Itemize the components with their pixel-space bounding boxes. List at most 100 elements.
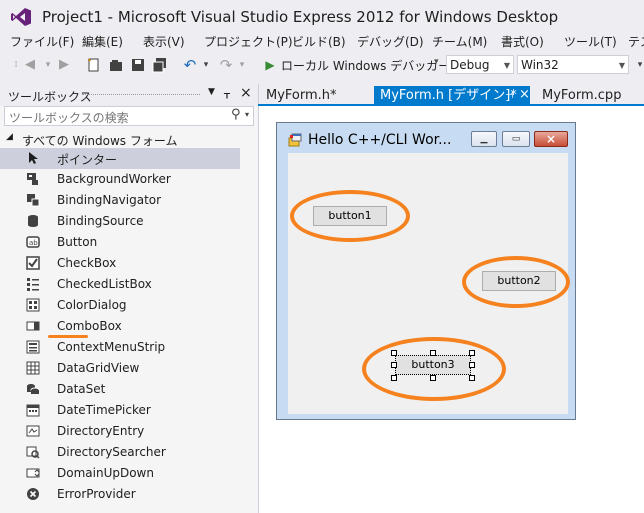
toolbox-header: ツールボックス ▼ ᚁ × bbox=[0, 84, 258, 106]
directorysearcher-icon bbox=[26, 446, 40, 459]
toolbox-item-label: ColorDialog bbox=[57, 298, 127, 312]
run-dropdown-icon[interactable]: ▾ bbox=[434, 57, 439, 67]
menu-file[interactable]: ファイル(F) bbox=[10, 33, 74, 50]
undo-dropdown-icon[interactable]: ▾ bbox=[198, 57, 214, 73]
save-icon[interactable] bbox=[130, 57, 146, 73]
toolbox-search: ⚲ ▾ bbox=[4, 106, 254, 127]
toolbox-item-combobox[interactable]: ComboBox bbox=[0, 316, 240, 337]
toolbox-item-label: BindingSource bbox=[57, 214, 144, 228]
toolbox-item-button[interactable]: ab Button bbox=[0, 232, 240, 253]
collapse-triangle-icon: ◢ bbox=[6, 132, 13, 142]
search-icon[interactable]: ⚲ bbox=[231, 107, 241, 122]
platform-combo[interactable]: Win32 ▼ bbox=[517, 55, 629, 74]
highlight-ellipse-button3 bbox=[362, 337, 506, 401]
title-bar: Project1 - Microsoft Visual Studio Expre… bbox=[0, 0, 644, 34]
new-project-icon[interactable] bbox=[86, 57, 102, 73]
toolbox-group-header[interactable]: ◢ すべての Windows フォーム bbox=[0, 129, 240, 149]
form-title: Hello C++/CLI Wor... bbox=[308, 132, 452, 148]
tab-myform-cpp[interactable]: MyForm.cpp bbox=[536, 86, 627, 106]
pin-tab-icon[interactable]: ⊣ bbox=[505, 86, 514, 106]
toolbox-item-checkbox[interactable]: CheckBox bbox=[0, 253, 240, 274]
toolbox-item-datagridview[interactable]: DataGridView bbox=[0, 358, 240, 379]
menu-edit[interactable]: 編集(E) bbox=[82, 33, 123, 50]
dataset-icon bbox=[27, 384, 40, 394]
chevron-down-icon: ▼ bbox=[503, 61, 510, 70]
menu-format[interactable]: 書式(O) bbox=[501, 33, 544, 50]
toolbox-item-errorprovider[interactable]: ErrorProvider bbox=[0, 484, 240, 505]
toolbox-item-bindingsource[interactable]: BindingSource bbox=[0, 211, 240, 232]
toolbox-item-datetimepicker[interactable]: DateTimePicker bbox=[0, 400, 240, 421]
panel-dropdown-icon[interactable]: ▼ bbox=[208, 87, 215, 97]
maximize-icon[interactable]: ▭ bbox=[502, 131, 530, 147]
toolbox-item-label: ContextMenuStrip bbox=[57, 340, 166, 354]
visual-studio-logo-icon bbox=[11, 8, 31, 26]
toolbox-item-label: DirectoryEntry bbox=[57, 424, 145, 438]
pointer-icon bbox=[29, 152, 38, 164]
toolbox-item-label: DirectorySearcher bbox=[57, 445, 166, 459]
toolbox-item-directoryentry[interactable]: DirectoryEntry bbox=[0, 421, 240, 442]
toolbox-item-label: CheckBox bbox=[57, 256, 117, 270]
toolbox-item-colordialog[interactable]: ColorDialog bbox=[0, 295, 240, 316]
toolbox-item-dataset[interactable]: DataSet bbox=[0, 379, 240, 400]
back-dropdown-icon[interactable]: ▾ bbox=[40, 57, 56, 73]
menu-view[interactable]: 表示(V) bbox=[143, 33, 185, 50]
open-file-icon[interactable] bbox=[108, 57, 124, 73]
forward-icon[interactable]: ▶ bbox=[56, 57, 72, 73]
menu-test[interactable]: テス bbox=[628, 33, 644, 50]
back-icon[interactable]: ◀ bbox=[22, 57, 38, 73]
close-tab-icon[interactable]: × bbox=[519, 85, 530, 105]
tab-label: MyForm.h [デザイン]* bbox=[380, 88, 517, 103]
menu-debug[interactable]: デバッグ(D) bbox=[357, 33, 424, 50]
toolbox-item-backgroundworker[interactable]: BackgroundWorker bbox=[0, 169, 240, 190]
search-options-icon[interactable]: ▾ bbox=[245, 110, 249, 119]
start-debug-icon[interactable]: ▶ bbox=[262, 57, 278, 73]
form-app-icon bbox=[288, 133, 302, 147]
combobox-icon bbox=[26, 321, 40, 331]
toolbox-scrollbar[interactable] bbox=[240, 149, 256, 513]
toolbox-item-pointer[interactable]: ポインター bbox=[0, 148, 240, 169]
contextmenustrip-icon bbox=[26, 340, 40, 354]
pin-icon[interactable]: ᚁ bbox=[224, 86, 230, 100]
toolbox-item-label: CheckedListBox bbox=[57, 277, 152, 291]
toolbox-item-bindingnavigator[interactable]: BindingNavigator bbox=[0, 190, 240, 211]
checkedlistbox-icon bbox=[27, 278, 39, 291]
menu-team[interactable]: チーム(M) bbox=[432, 33, 487, 50]
colordialog-icon bbox=[26, 298, 40, 312]
toolbox-item-domainupdown[interactable]: DomainUpDown bbox=[0, 463, 240, 484]
minimize-icon[interactable]: ▁ bbox=[471, 131, 497, 147]
tab-myform-h[interactable]: MyForm.h* bbox=[260, 86, 343, 106]
toolbox-item-label: DataSet bbox=[57, 382, 106, 396]
redo-icon[interactable]: ↷ bbox=[218, 57, 234, 73]
document-tab-strip: MyForm.h* MyForm.h [デザイン]* ⊣ × MyForm.cp… bbox=[258, 84, 644, 106]
toolbox-item-label: BackgroundWorker bbox=[57, 172, 171, 186]
toolbox-search-input[interactable] bbox=[5, 109, 233, 127]
configuration-combo[interactable]: Debug ▼ bbox=[446, 55, 514, 74]
domainupdown-icon bbox=[26, 468, 40, 478]
close-window-icon[interactable]: × bbox=[534, 131, 568, 147]
menu-build[interactable]: ビルド(B) bbox=[292, 33, 346, 50]
button-icon: ab bbox=[26, 236, 40, 248]
toolbar-overflow-icon[interactable]: ▾ bbox=[632, 57, 644, 73]
toolbox-item-label: ErrorProvider bbox=[57, 487, 136, 501]
highlight-ellipse-button2 bbox=[462, 256, 570, 308]
menu-tools[interactable]: ツール(T) bbox=[564, 33, 617, 50]
bindingsource-icon bbox=[28, 215, 38, 227]
undo-icon[interactable]: ↶ bbox=[182, 57, 198, 73]
close-panel-icon[interactable]: × bbox=[240, 85, 252, 101]
run-button-label[interactable]: ローカル Windows デバッガー bbox=[281, 57, 450, 74]
toolbox-item-contextmenustrip[interactable]: ContextMenuStrip bbox=[0, 337, 240, 358]
toolbox-panel: ツールボックス ▼ ᚁ × ⚲ ▾ ◢ すべての Windows フォーム ポイ… bbox=[0, 84, 259, 513]
tab-myform-h-design[interactable]: MyForm.h [デザイン]* ⊣ × bbox=[374, 86, 530, 106]
datetimepicker-icon bbox=[26, 404, 40, 417]
menu-project[interactable]: プロジェクト(P) bbox=[204, 33, 293, 50]
save-all-icon[interactable] bbox=[152, 57, 168, 73]
toolbox-item-directorysearcher[interactable]: DirectorySearcher bbox=[0, 442, 240, 463]
toolbox-title: ツールボックス bbox=[8, 90, 92, 104]
checkbox-icon bbox=[26, 256, 40, 270]
toolbox-item-checkedlistbox[interactable]: CheckedListBox bbox=[0, 274, 240, 295]
directoryentry-icon bbox=[26, 425, 40, 437]
redo-dropdown-icon[interactable]: ▾ bbox=[234, 57, 250, 73]
toolbar: ⁞ ◀ ▾ ▶ ↶ ▾ ↷ ▾ ▶ ローカル Windows デバッガー ▾ D… bbox=[0, 52, 644, 78]
toolbox-item-label: DomainUpDown bbox=[57, 466, 154, 480]
platform-value: Win32 bbox=[521, 58, 559, 72]
